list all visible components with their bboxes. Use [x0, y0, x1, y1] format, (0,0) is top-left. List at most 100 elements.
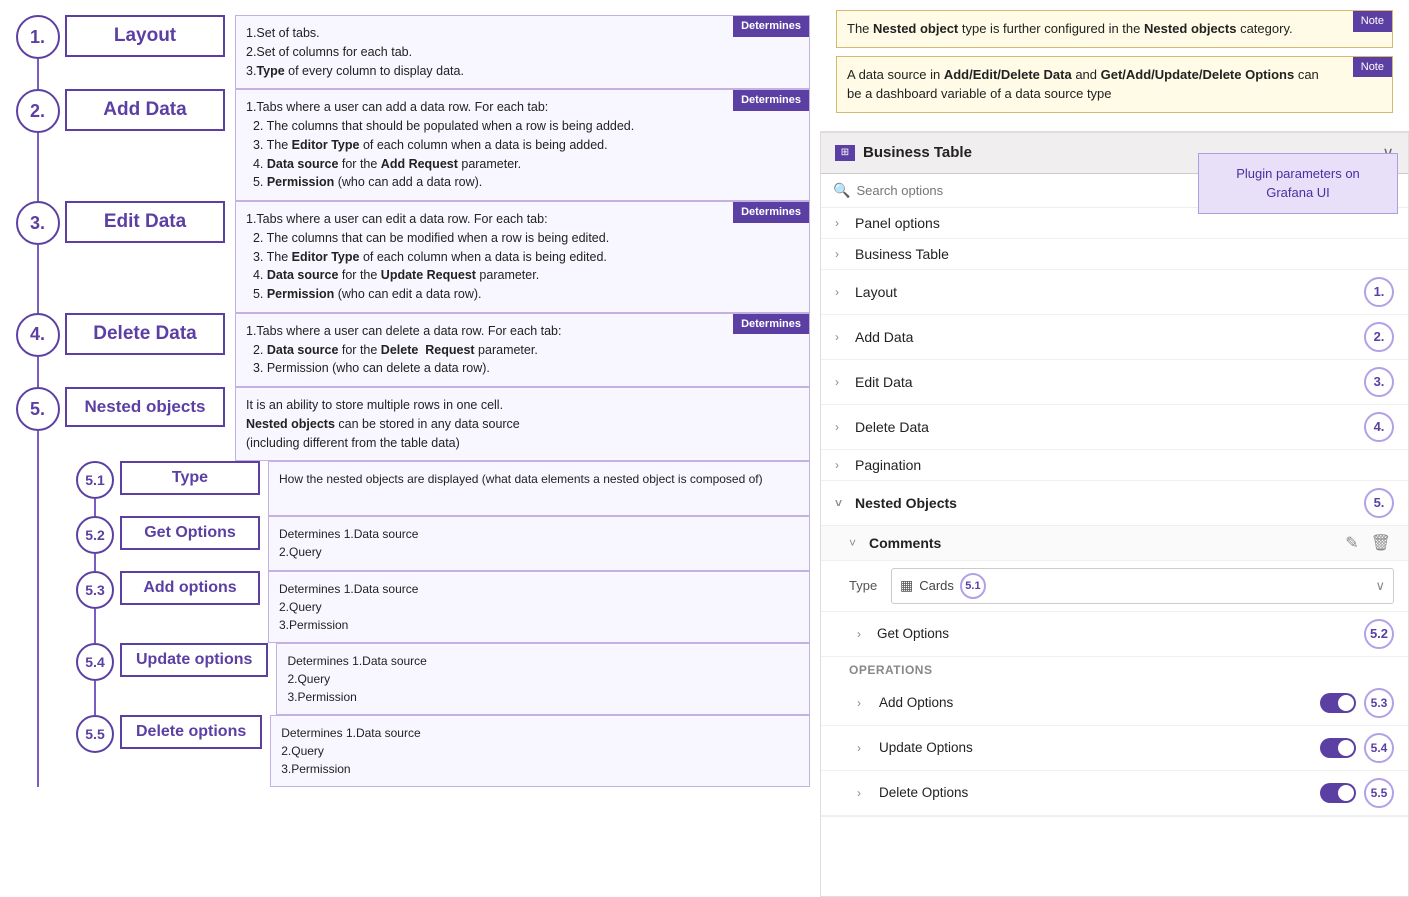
sub-5-4-col: 5.4 [70, 643, 120, 715]
step-1-line [37, 59, 39, 89]
tree-pagination[interactable]: › Pagination [821, 450, 1408, 481]
right-panel: Note The Nested object type is further c… [820, 0, 1409, 897]
step-5-circle: 5. [16, 387, 60, 431]
sub-5-1-line [94, 499, 96, 516]
nested-main-line [37, 461, 39, 787]
add-options-label: Add Options [879, 695, 1312, 710]
sub-step-5-1-row: 5.1 Type How the nested objects are disp… [70, 461, 810, 516]
flow-diagram: 1. Layout Determines 1.Set of tabs.2.Set… [10, 10, 810, 792]
step-2-row: 2. Add Data Determines 1.Tabs where a us… [10, 89, 810, 201]
get-options-label: Get Options [877, 626, 1358, 641]
tree-delete-data-badge: 4. [1364, 412, 1394, 442]
step-3-row: 3. Edit Data Determines 1.Tabs where a u… [10, 201, 810, 313]
delete-options-label: Delete Options [879, 785, 1312, 800]
sub-5-5-determines: Determines [281, 726, 342, 740]
update-options-row: › Update Options 5.4 [821, 726, 1408, 771]
comments-row: ˅ Comments ✎ 🗑 [821, 526, 1408, 561]
sub-5-4-line [94, 681, 96, 715]
step-5-line [37, 431, 39, 461]
delete-options-badge: 5.5 [1364, 778, 1394, 808]
tree-edit-data[interactable]: › Edit Data 3. [821, 360, 1408, 405]
type-label: Type [849, 578, 885, 593]
add-options-badge: 5.3 [1364, 688, 1394, 718]
nested-rows: 5.1 Type How the nested objects are disp… [65, 461, 810, 787]
notes-area: Note The Nested object type is further c… [820, 0, 1409, 132]
sub-5-3-col: 5.3 [70, 571, 120, 643]
delete-options-row: › Delete Options 5.5 [821, 771, 1408, 816]
sub-5-4-desc: Determines 1.Data source2.Query3.Permiss… [276, 643, 810, 715]
tree-add-data-badge: 2. [1364, 322, 1394, 352]
update-options-badge: 5.4 [1364, 733, 1394, 763]
note-2-tag: Note [1353, 57, 1392, 78]
nested-objects-section: ˅ Nested Objects 5. ˅ Comments ✎ 🗑 Type … [821, 481, 1408, 817]
type-row: Type ▦ Cards 5.1 ∨ [821, 561, 1408, 612]
tree-edit-data-badge: 3. [1364, 367, 1394, 397]
step-2-line [37, 133, 39, 201]
tree-layout-badge: 1. [1364, 277, 1394, 307]
sub-5-2-col: 5.2 [70, 516, 120, 571]
tree-business-table[interactable]: › Business Table [821, 239, 1408, 270]
step-5-box: Nested objects [65, 387, 225, 427]
delete-options-toggle[interactable] [1320, 783, 1356, 803]
step-5-desc: It is an ability to store multiple rows … [235, 387, 810, 461]
step-4-number-col: 4. [10, 313, 65, 387]
search-icon: 🔍 [833, 182, 850, 199]
sub-5-4-determines: Determines [287, 654, 348, 668]
options-panel: Plugin parameters on Grafana UI ⊞ Busine… [820, 132, 1409, 897]
sub-5-3-determines: Determines [279, 582, 340, 596]
left-panel: 1. Layout Determines 1.Set of tabs.2.Set… [0, 0, 820, 897]
step-1-row: 1. Layout Determines 1.Set of tabs.2.Set… [10, 15, 810, 89]
note-1: Note The Nested object type is further c… [836, 10, 1393, 48]
step-4-box: Delete Data [65, 313, 225, 355]
step-2-number-col: 2. [10, 89, 65, 201]
sub-5-2-circle: 5.2 [76, 516, 114, 554]
step-1-number-col: 1. [10, 15, 65, 89]
sub-5-5-desc: Determines 1.Data source2.Query3.Permiss… [270, 715, 810, 787]
step-3-circle: 3. [16, 201, 60, 245]
sub-5-3-circle: 5.3 [76, 571, 114, 609]
sub-5-5-box: Delete options [120, 715, 262, 749]
tree-add-data[interactable]: › Add Data 2. [821, 315, 1408, 360]
tree-delete-data[interactable]: › Delete Data 4. [821, 405, 1408, 450]
nested-sub-section: 5.1 Type How the nested objects are disp… [10, 461, 810, 787]
step-1-circle: 1. [16, 15, 60, 59]
type-dropdown[interactable]: ▦ Cards 5.1 ∨ [891, 568, 1394, 604]
add-options-row: › Add Options 5.3 [821, 681, 1408, 726]
sub-5-4-box: Update options [120, 643, 268, 677]
nested-left-col [10, 461, 65, 787]
delete-button[interactable]: 🗑 [1368, 533, 1394, 553]
tree-layout[interactable]: › Layout 1. [821, 270, 1408, 315]
comments-label: Comments [869, 535, 1336, 551]
step-1-desc: Determines 1.Set of tabs.2.Set of column… [235, 15, 810, 89]
sub-5-3-line [94, 609, 96, 643]
step-3-desc: Determines 1.Tabs where a user can edit … [235, 201, 810, 313]
sub-step-5-4-row: 5.4 Update options Determines 1.Data sou… [70, 643, 810, 715]
type-chevron[interactable]: ∨ [1375, 578, 1385, 594]
get-options-badge: 5.2 [1364, 619, 1394, 649]
step-5-row: 5. Nested objects It is an ability to st… [10, 387, 810, 461]
edit-button[interactable]: ✎ [1342, 533, 1361, 553]
tree-nested-badge: 5. [1364, 488, 1394, 518]
sub-5-5-circle: 5.5 [76, 715, 114, 753]
type-value: Cards [919, 578, 954, 593]
step-2-circle: 2. [16, 89, 60, 133]
step-5-number-col: 5. [10, 387, 65, 461]
add-options-toggle[interactable] [1320, 693, 1356, 713]
sub-step-5-3-row: 5.3 Add options Determines 1.Data source… [70, 571, 810, 643]
get-options-row: › Get Options 5.2 [821, 612, 1408, 657]
update-options-label: Update Options [879, 740, 1312, 755]
update-options-toggle[interactable] [1320, 738, 1356, 758]
sub-5-2-line [94, 554, 96, 571]
step-4-line [37, 357, 39, 387]
sub-step-5-2-row: 5.2 Get Options Determines 1.Data source… [70, 516, 810, 571]
sub-5-2-determines: Determines [279, 527, 340, 541]
step-4-desc: Determines 1.Tabs where a user can delet… [235, 313, 810, 387]
tree-nested-objects[interactable]: ˅ Nested Objects 5. [821, 481, 1408, 526]
cards-icon: ▦ [900, 577, 913, 594]
step-4-determines: Determines [733, 314, 809, 335]
sub-step-5-5-row: 5.5 Delete options Determines 1.Data sou… [70, 715, 810, 787]
note-2: Note A data source in Add/Edit/Delete Da… [836, 56, 1393, 113]
sub-5-3-desc: Determines 1.Data source2.Query3.Permiss… [268, 571, 810, 643]
step-2-box: Add Data [65, 89, 225, 131]
step-4-circle: 4. [16, 313, 60, 357]
